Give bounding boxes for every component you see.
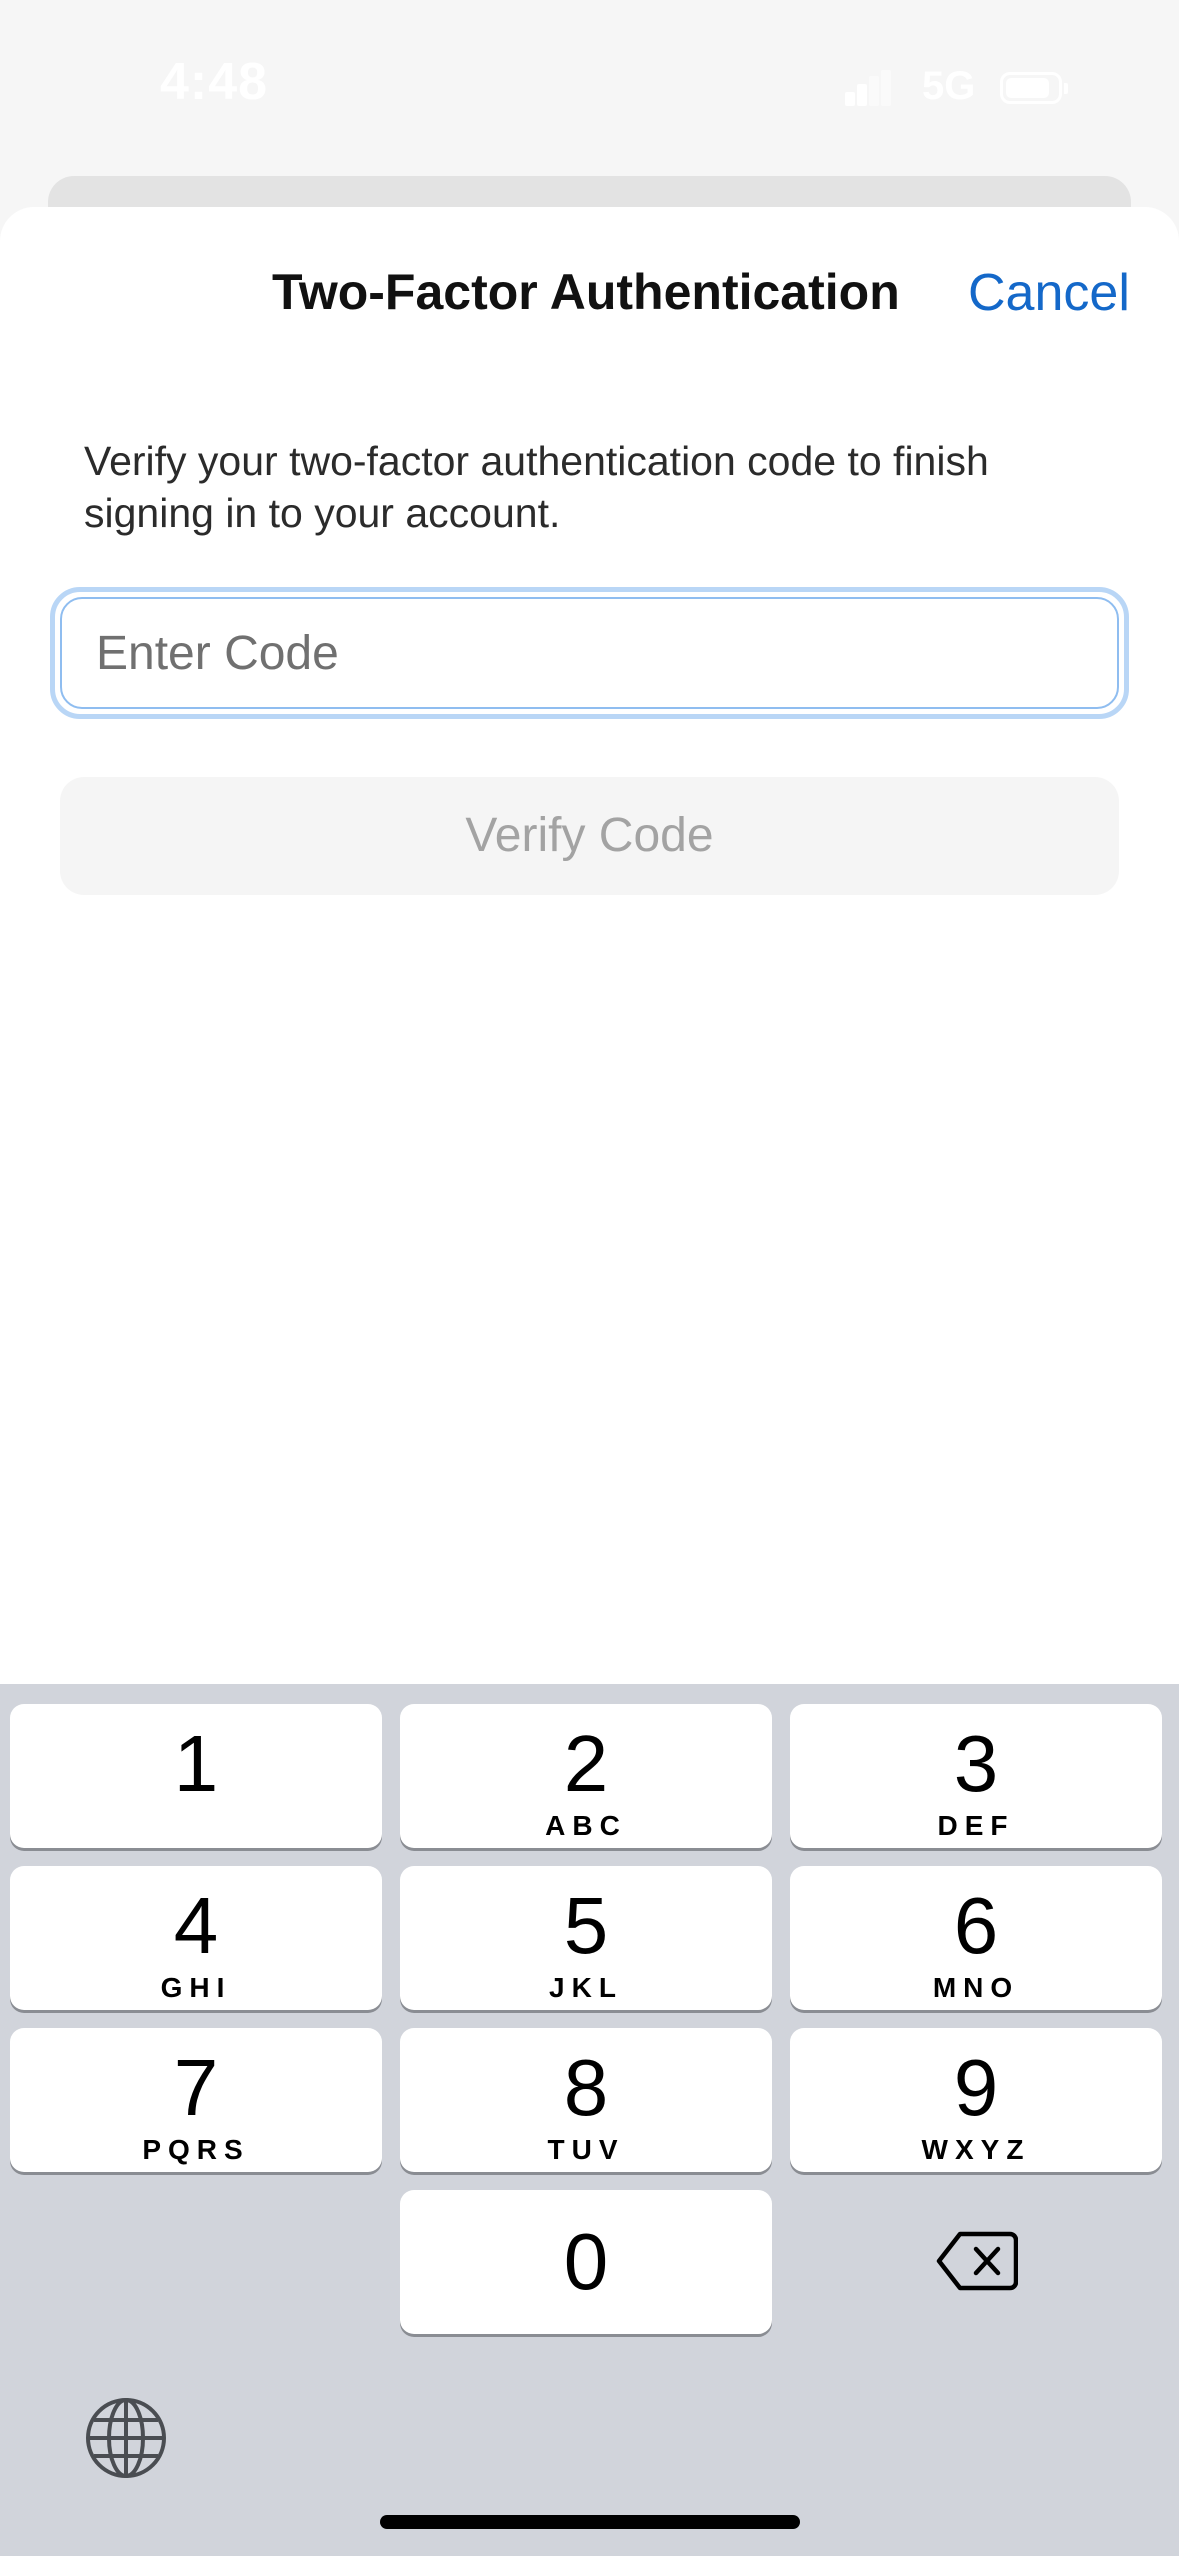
- key-1[interactable]: 1: [10, 1704, 382, 1848]
- cellular-signal-icon: [845, 70, 891, 106]
- key-letters: PQRS: [142, 2134, 250, 2165]
- key-digit: 7: [173, 2043, 219, 2132]
- screen: 4:48 5G Two-Factor Authentication Cancel…: [0, 0, 1179, 2556]
- key-digit: 0: [563, 2217, 609, 2306]
- key-digit: 4: [173, 1881, 219, 1970]
- status-time: 4:48: [160, 53, 269, 111]
- key-digit: 2: [563, 1719, 609, 1808]
- key-digit: 1: [173, 1719, 219, 1808]
- verify-code-button[interactable]: Verify Code: [60, 777, 1119, 895]
- key-7[interactable]: 7 PQRS: [10, 2028, 382, 2172]
- network-label: 5G: [922, 64, 976, 108]
- key-0[interactable]: 0: [400, 2190, 772, 2334]
- key-6[interactable]: 6 MNO: [790, 1866, 1162, 2010]
- key-letters: MNO: [932, 1972, 1020, 2003]
- key-digit: 6: [953, 1881, 999, 1970]
- code-field-focus-ring: [50, 587, 1129, 719]
- key-8[interactable]: 8 TUV: [400, 2028, 772, 2172]
- numeric-keypad: 1 2 ABC 3 DEF 4 GHI 5 JKL 6 MNO 7 PQRS 8: [0, 1684, 1179, 2556]
- key-letters: TUV: [547, 2134, 625, 2165]
- key-digit: 5: [563, 1881, 609, 1970]
- key-letters: [10, 1810, 382, 1840]
- globe-icon[interactable]: [84, 2396, 168, 2480]
- code-input[interactable]: [60, 597, 1119, 709]
- key-letters: JKL: [549, 1972, 623, 2003]
- backspace-icon[interactable]: [936, 2230, 1019, 2292]
- key-digit: 8: [563, 2043, 609, 2132]
- status-bar: 4:48 5G: [0, 0, 1179, 170]
- instructions-text: Verify your two-factor authentication co…: [84, 438, 989, 536]
- cancel-button[interactable]: Cancel: [968, 263, 1130, 323]
- home-indicator[interactable]: [380, 2515, 800, 2529]
- key-9[interactable]: 9 WXYZ: [790, 2028, 1162, 2172]
- key-letters: ABC: [545, 1810, 627, 1841]
- key-digit: 9: [953, 2043, 999, 2132]
- key-4[interactable]: 4 GHI: [10, 1866, 382, 2010]
- key-3[interactable]: 3 DEF: [790, 1704, 1162, 1848]
- battery-icon: [1000, 72, 1068, 104]
- key-letters: GHI: [160, 1972, 232, 2003]
- sheet-title: Two-Factor Authentication: [272, 264, 900, 320]
- key-2[interactable]: 2 ABC: [400, 1704, 772, 1848]
- key-letters: WXYZ: [921, 2134, 1031, 2165]
- key-5[interactable]: 5 JKL: [400, 1866, 772, 2010]
- two-factor-sheet: Two-Factor Authentication Cancel Verify …: [0, 207, 1179, 1687]
- key-digit: 3: [953, 1719, 999, 1808]
- key-letters: DEF: [937, 1810, 1015, 1841]
